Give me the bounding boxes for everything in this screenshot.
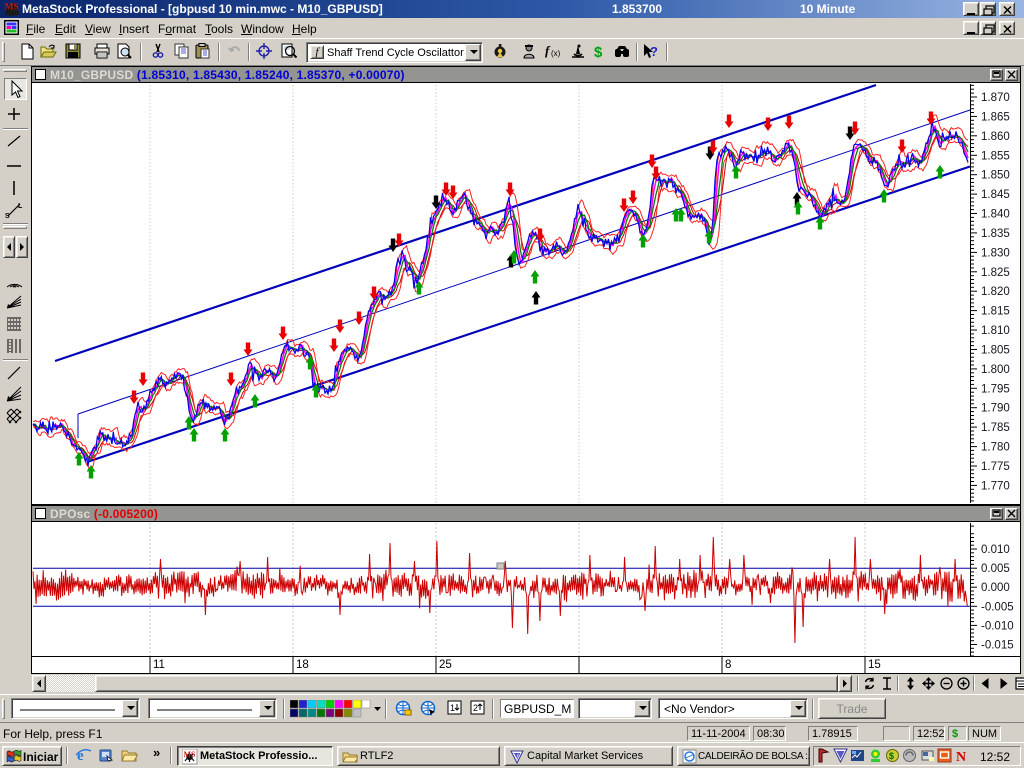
svg-text:1.840: 1.840: [981, 209, 1010, 221]
svg-text:1.790: 1.790: [981, 403, 1010, 415]
svg-text:1: 1: [450, 703, 455, 713]
svg-text:1.835: 1.835: [981, 228, 1010, 240]
svg-text:25: 25: [439, 659, 452, 671]
svg-text:0.010: 0.010: [981, 544, 1010, 556]
svg-text:MS: MS: [5, 3, 19, 13]
svg-text:V: V: [514, 754, 519, 761]
svg-text:(x): (x): [551, 49, 561, 58]
svg-text:1.800: 1.800: [981, 364, 1010, 376]
svg-text:S: S: [5, 213, 10, 220]
svg-text:-0.005: -0.005: [981, 601, 1014, 613]
svg-text:1.815: 1.815: [981, 306, 1010, 318]
svg-text:1.855: 1.855: [981, 150, 1010, 162]
svg-text:1.865: 1.865: [981, 111, 1010, 123]
svg-text:1.795: 1.795: [981, 383, 1010, 395]
svg-text:11: 11: [153, 659, 165, 671]
svg-text:2: 2: [473, 703, 478, 713]
svg-text:?: ?: [650, 44, 658, 59]
svg-text:N: N: [956, 750, 966, 763]
svg-text:1.780: 1.780: [981, 442, 1010, 454]
svg-text:1.820: 1.820: [981, 286, 1010, 298]
svg-text:1.870: 1.870: [981, 92, 1010, 104]
svg-text:1.775: 1.775: [981, 461, 1010, 473]
svg-text:1.845: 1.845: [981, 189, 1010, 201]
svg-text:1.850: 1.850: [981, 170, 1010, 182]
svg-text:1.785: 1.785: [981, 422, 1010, 434]
svg-text:1.810: 1.810: [981, 325, 1010, 337]
svg-text:0.000: 0.000: [981, 582, 1010, 594]
svg-text:1.860: 1.860: [981, 131, 1010, 143]
svg-text:1.830: 1.830: [981, 247, 1010, 259]
svg-text:8: 8: [725, 659, 731, 671]
svg-text:$: $: [594, 44, 603, 60]
svg-text:1.770: 1.770: [981, 480, 1010, 492]
svg-text:15: 15: [868, 659, 881, 671]
svg-text:0.005: 0.005: [981, 563, 1010, 575]
svg-text:18: 18: [296, 659, 309, 671]
svg-text:1.825: 1.825: [981, 267, 1010, 279]
svg-text:$: $: [889, 751, 894, 761]
svg-text:-0.010: -0.010: [981, 620, 1014, 632]
svg-text:-0.015: -0.015: [981, 640, 1014, 652]
svg-text:MS: MS: [184, 750, 197, 759]
svg-text:L: L: [18, 203, 23, 210]
svg-text:1.805: 1.805: [981, 345, 1010, 357]
